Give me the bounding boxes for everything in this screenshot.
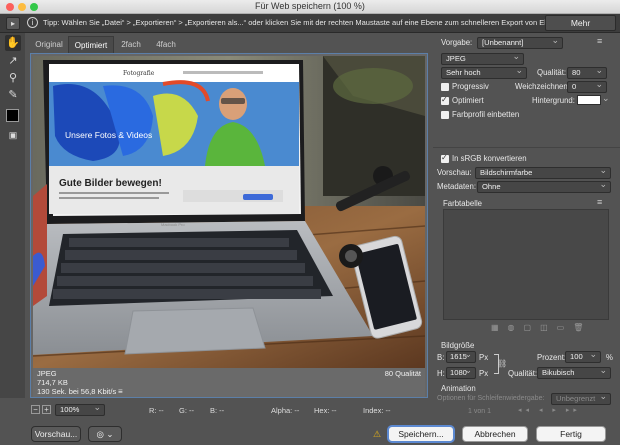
quality-label: Qualität: bbox=[537, 68, 567, 77]
tab-2up[interactable]: 2fach bbox=[116, 36, 146, 53]
info-format: JPEG bbox=[37, 369, 57, 378]
percent-input[interactable]: 100 bbox=[565, 349, 601, 363]
quality-level-select[interactable]: Sehr hoch bbox=[441, 65, 527, 79]
quality-input[interactable]: 80 bbox=[567, 65, 607, 79]
progressive-checkbox[interactable] bbox=[441, 83, 449, 91]
preset-menu-icon[interactable]: ≡ bbox=[597, 36, 602, 46]
hand-tool-icon[interactable]: ✋ bbox=[5, 35, 21, 51]
convert-srgb-checkbox[interactable] bbox=[441, 153, 449, 163]
height-label: H: bbox=[437, 369, 445, 378]
width-unit: Px bbox=[479, 353, 489, 362]
status-green: G: -- bbox=[179, 406, 194, 415]
status-red: R: -- bbox=[149, 406, 164, 415]
zoom-level-select[interactable]: 100% bbox=[55, 402, 105, 416]
preset-label: Vorgabe: bbox=[441, 38, 473, 47]
percent-label: Prozent: bbox=[537, 353, 567, 362]
matte-label: Hintergrund: bbox=[532, 96, 575, 105]
slice-visibility-icon[interactable]: ▣ bbox=[5, 127, 21, 143]
status-alpha: Alpha: -- bbox=[271, 406, 300, 415]
slice-select-tool-icon[interactable]: ↗ bbox=[5, 53, 21, 69]
width-input[interactable]: 1615 bbox=[446, 349, 476, 363]
animation-label: Animation bbox=[441, 384, 476, 393]
optimized-label: Optimiert bbox=[452, 96, 484, 105]
image-info-bar: JPEG 714,7 KB 130 Sek. bei 56,8 Kbit/s ≡… bbox=[33, 368, 425, 397]
settings-panel: Vorgabe: [Unbenannt] ≡ JPEG Sehr hoch Qu… bbox=[433, 33, 620, 405]
status-hex: Hex: -- bbox=[314, 406, 337, 415]
warning-icon: ⚠ bbox=[373, 429, 382, 439]
browser-icon: ◎ ⌄ bbox=[96, 429, 114, 439]
color-table-label: Farbtabelle bbox=[443, 199, 483, 208]
metadata-select[interactable]: Ohne bbox=[477, 179, 611, 193]
preview-in-browser-button[interactable]: Vorschau... bbox=[31, 426, 81, 442]
convert-srgb-label: In sRGB konvertieren bbox=[452, 154, 527, 163]
matte-dropdown-icon[interactable]: ⌄ bbox=[602, 93, 610, 104]
tab-4up[interactable]: 4fach bbox=[150, 36, 182, 53]
status-index: Index: -- bbox=[363, 406, 391, 415]
section-divider bbox=[433, 147, 620, 148]
zoom-in-icon[interactable]: + bbox=[42, 405, 51, 414]
laptop-model-label: Macbook Pro bbox=[161, 222, 185, 227]
link-proportions-icon[interactable]: ⛓ bbox=[497, 359, 507, 368]
frame-counter: 1 von 1 bbox=[468, 408, 491, 415]
metadata-label: Metadaten: bbox=[437, 182, 477, 191]
resample-select[interactable]: Bikubisch bbox=[537, 365, 611, 379]
color-table-actions-icon[interactable]: ▦◍▢◫▭🗑 bbox=[491, 323, 592, 332]
save-button[interactable]: Speichern... bbox=[388, 426, 454, 442]
status-bar: − + 100% R: -- G: -- B: -- Alpha: -- Hex… bbox=[25, 402, 433, 419]
height-unit: Px bbox=[479, 369, 489, 378]
zoom-out-icon[interactable]: − bbox=[31, 405, 40, 414]
matte-color-swatch[interactable] bbox=[577, 95, 601, 105]
info-file-size: 714,7 KB bbox=[37, 378, 68, 387]
done-button[interactable]: Fertig bbox=[536, 426, 606, 442]
cancel-button[interactable]: Abbrechen bbox=[462, 426, 528, 442]
resample-label: Qualität: bbox=[508, 369, 538, 378]
blur-label: Weichzeichnen: bbox=[515, 82, 570, 91]
preset-select[interactable]: [Unbenannt] bbox=[477, 35, 563, 49]
info-quality: 80 Qualität bbox=[384, 369, 421, 378]
screen-subheadline: Gute Bilder bewegen! bbox=[59, 178, 162, 189]
preview-label: Vorschau: bbox=[437, 168, 472, 177]
embed-profile-checkbox[interactable] bbox=[441, 111, 449, 119]
tip-toggle-button[interactable]: ▸ bbox=[6, 17, 20, 30]
screen-headline: Unsere Fotos & Videos bbox=[65, 130, 152, 140]
embed-profile-label: Farbprofil einbetten bbox=[452, 110, 520, 119]
tab-original[interactable]: Original bbox=[30, 36, 68, 53]
color-table bbox=[443, 209, 609, 320]
status-blue: B: -- bbox=[210, 406, 225, 415]
eyedropper-color-swatch[interactable] bbox=[6, 109, 19, 122]
format-select[interactable]: JPEG bbox=[441, 51, 524, 65]
blur-input[interactable]: 0 bbox=[567, 79, 607, 93]
tip-bar: ▸ i Tipp: Wählen Sie „Datei“ > „Exportie… bbox=[0, 14, 620, 33]
tab-optimized[interactable]: Optimiert bbox=[68, 36, 114, 53]
svg-text:Fotografie: Fotografie bbox=[123, 70, 155, 77]
loop-select[interactable]: Unbegrenzt bbox=[551, 391, 611, 405]
progressive-label: Progressiv bbox=[452, 82, 489, 91]
image-preview-frame[interactable]: Fotografie Unsere Fotos & Videos Gute Bi… bbox=[30, 53, 428, 398]
percent-unit: % bbox=[606, 353, 613, 362]
width-label: B: bbox=[437, 353, 445, 362]
more-button[interactable]: Mehr bbox=[545, 15, 616, 31]
window-title: Für Web speichern (100 %) bbox=[255, 1, 365, 11]
info-download-time: 130 Sek. bei 56,8 Kbit/s bbox=[37, 387, 117, 396]
tool-bar: ✋ ↗ ⚲ ✎ ▣ bbox=[0, 33, 25, 398]
frame-nav-icons[interactable]: ◂◂ ◂ ▸ ▸▸ bbox=[518, 406, 581, 414]
tip-text: Tipp: Wählen Sie „Datei“ > „Exportieren“… bbox=[43, 18, 576, 27]
loop-label: Optionen für Schleifenwiedergabe: bbox=[437, 395, 545, 402]
title-bar: Für Web speichern (100 %) bbox=[0, 0, 620, 14]
color-table-menu-icon[interactable]: ≡ bbox=[597, 197, 602, 207]
zoom-tool-icon[interactable]: ⚲ bbox=[5, 70, 21, 86]
download-speed-menu-icon[interactable]: ≡ bbox=[118, 387, 123, 396]
optimized-checkbox[interactable] bbox=[441, 95, 449, 105]
preview-select[interactable]: Bildschirmfarbe bbox=[475, 165, 611, 179]
browser-select-button[interactable]: ◎ ⌄ bbox=[88, 426, 122, 442]
eyedropper-tool-icon[interactable]: ✎ bbox=[5, 87, 21, 103]
optimized-preview-image: Fotografie Unsere Fotos & Videos Gute Bi… bbox=[33, 56, 425, 368]
height-input[interactable]: 1080 bbox=[446, 365, 476, 379]
info-icon: i bbox=[27, 17, 38, 28]
